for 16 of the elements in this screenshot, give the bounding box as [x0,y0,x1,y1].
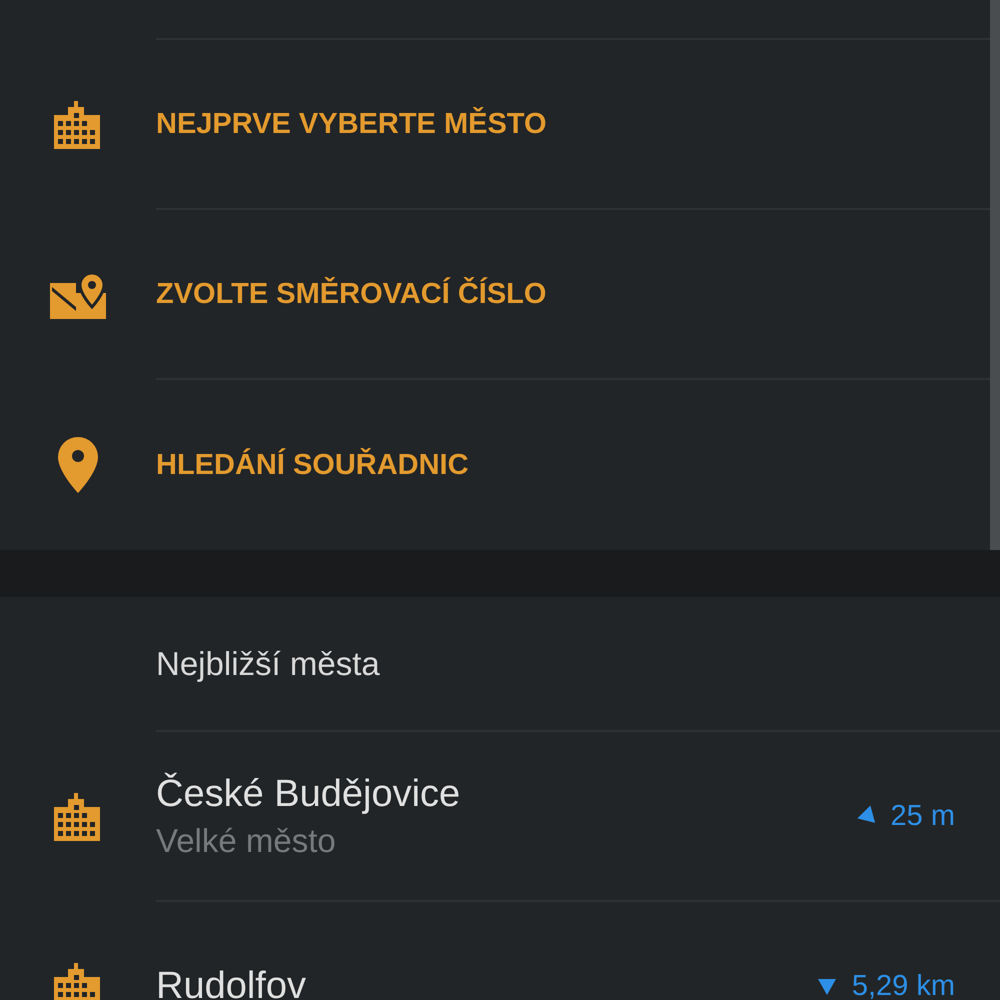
city-list-item[interactable]: Rudolfov 5,29 km [0,902,1000,1000]
option-label: NEJPRVE VYBERTE MĚSTO [156,108,547,140]
section-title: Nejbližší města [156,644,380,682]
map-pin-icon [58,437,98,493]
city-type: Velké město [156,822,337,860]
distance-label: 25 m [890,800,955,832]
search-option[interactable]: NEJPRVE VYBERTE MĚSTO [0,40,990,210]
option-label: ZVOLTE SMĚROVACÍ ČÍSLO [156,278,546,310]
search-option[interactable]: ZVOLTE SMĚROVACÍ ČÍSLO [0,210,990,380]
distance-label: 5,29 km [852,970,955,1000]
city-name: Rudolfov [156,964,307,1000]
city-list-item[interactable]: České Budějovice Velké město 25 m [0,732,1000,902]
option-label: HLEDÁNÍ SOUŘADNIC [156,448,469,482]
scrollbar[interactable] [990,0,1000,550]
search-option[interactable]: HLEDÁNÍ SOUŘADNIC [0,380,990,550]
city-name: České Budějovice [156,772,462,816]
